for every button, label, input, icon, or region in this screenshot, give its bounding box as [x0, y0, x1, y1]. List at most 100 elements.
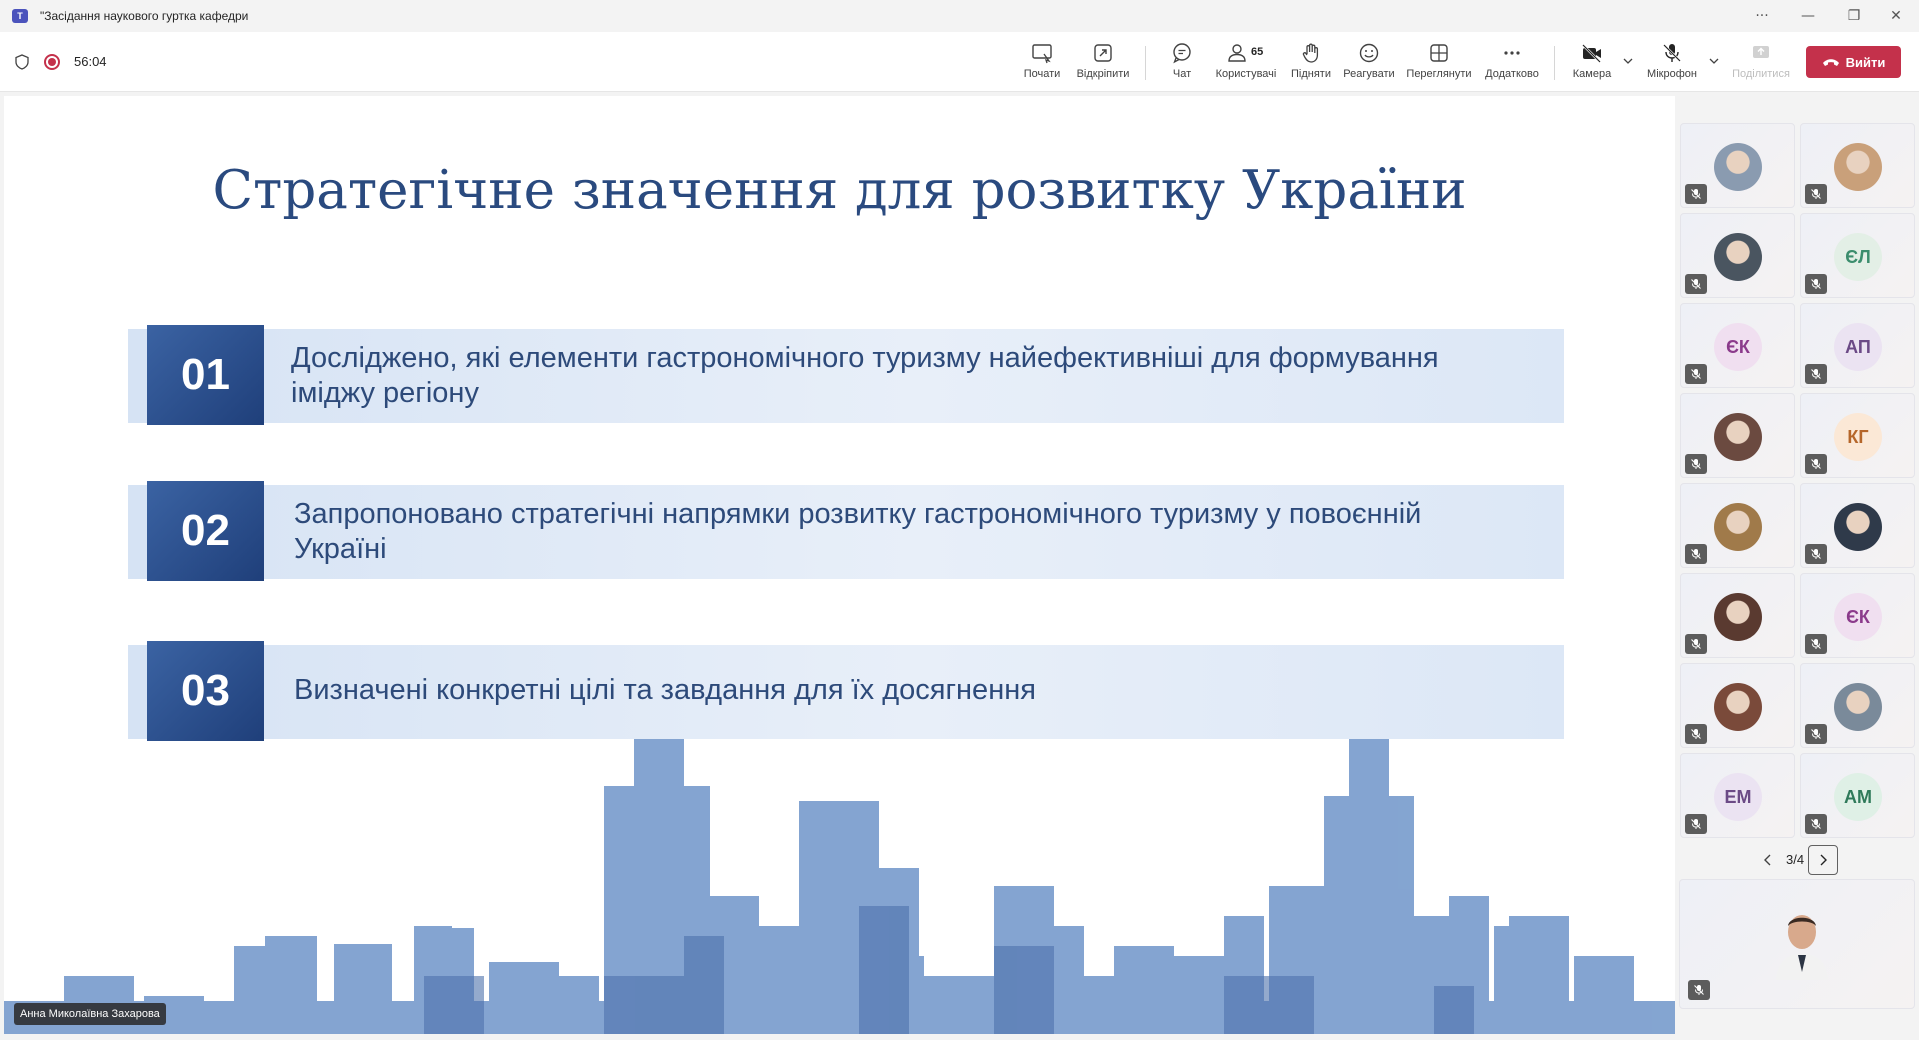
popout-button[interactable]: Відкріпити	[1073, 40, 1133, 86]
participant-tile[interactable]	[1800, 483, 1915, 568]
muted-mic-icon	[1805, 724, 1827, 744]
muted-mic-icon	[1805, 274, 1827, 294]
participant-tile[interactable]: ЕМ	[1680, 753, 1795, 838]
microphone-options-chevron-down-icon[interactable]	[1707, 54, 1721, 68]
more-options-icon[interactable]: ···	[1739, 0, 1785, 32]
chevron-left-icon[interactable]	[1760, 852, 1776, 868]
restore-icon[interactable]: ❐	[1831, 0, 1877, 32]
participant-tile[interactable]	[1680, 123, 1795, 208]
participant-tile[interactable]	[1800, 123, 1915, 208]
slide-point-3: 03 Визначені конкретні цілі та завдання …	[128, 641, 1564, 741]
participants-count-badge: 65	[1251, 46, 1264, 58]
participant-initials-avatar: ЄК	[1834, 593, 1882, 641]
microphone-button[interactable]: Мікрофон	[1643, 40, 1701, 86]
people-label: Користувачі	[1215, 68, 1277, 80]
view-button[interactable]: Переглянути	[1404, 40, 1474, 86]
participant-tile[interactable]: АМ	[1800, 753, 1915, 838]
slide-point-text: Запропоновано стратегічні напрямки розви…	[294, 498, 1422, 565]
muted-mic-icon	[1805, 364, 1827, 384]
participant-initials-avatar: АП	[1834, 323, 1882, 371]
participant-tile[interactable]: ЄЛ	[1800, 213, 1915, 298]
chevron-right-icon	[1820, 854, 1827, 866]
react-label: Реагувати	[1343, 68, 1395, 80]
muted-mic-icon	[1685, 364, 1707, 384]
participant-tile[interactable]	[1800, 663, 1915, 748]
shield-icon	[15, 54, 29, 70]
muted-mic-icon	[1688, 980, 1710, 1000]
participant-tile[interactable]	[1680, 573, 1795, 658]
teams-meeting-window: T "Засідання наукового гуртка кафедри ··…	[0, 0, 1919, 1040]
microphone-label: Мікрофон	[1647, 68, 1697, 80]
participant-tile[interactable]: АП	[1800, 303, 1915, 388]
muted-mic-icon	[1805, 184, 1827, 204]
camera-options-chevron-down-icon[interactable]	[1621, 54, 1635, 68]
chat-icon	[1173, 43, 1191, 64]
share-label: Поділитися	[1732, 68, 1790, 80]
participant-tile[interactable]	[1680, 483, 1795, 568]
popout-label: Відкріпити	[1076, 68, 1130, 80]
participant-tile[interactable]: ЄК	[1800, 573, 1915, 658]
leave-label: Вийти	[1845, 54, 1886, 70]
raise-hand-button[interactable]: Підняти	[1289, 40, 1333, 86]
participant-photo-avatar	[1714, 143, 1762, 191]
toolbar-divider	[1554, 46, 1555, 80]
participant-photo-avatar	[1714, 233, 1762, 281]
participant-initials-avatar: ЕМ	[1714, 773, 1762, 821]
more-label: Додатково	[1485, 68, 1539, 80]
chat-label: Чат	[1172, 68, 1192, 80]
grid-view-icon	[1430, 44, 1448, 62]
self-video-tile[interactable]	[1679, 879, 1915, 1009]
participant-initials-avatar: АМ	[1834, 773, 1882, 821]
participant-photo-avatar	[1834, 143, 1882, 191]
muted-mic-icon	[1685, 184, 1707, 204]
muted-mic-icon	[1685, 544, 1707, 564]
chat-button[interactable]: Чат	[1166, 40, 1198, 86]
muted-mic-icon	[1685, 814, 1707, 834]
slide-point-number: 02	[147, 481, 264, 581]
share-icon	[1753, 46, 1769, 58]
participant-tile[interactable]	[1680, 393, 1795, 478]
start-presenting-button[interactable]: Почати	[1022, 40, 1062, 86]
popout-icon	[1094, 44, 1112, 62]
muted-mic-icon	[1685, 274, 1707, 294]
muted-mic-icon	[1685, 634, 1707, 654]
participant-tile[interactable]: ЄК	[1680, 303, 1795, 388]
window-title: "Засідання наукового гуртка кафедри	[40, 9, 249, 23]
leave-button[interactable]: Вийти	[1806, 46, 1901, 78]
slide-point-number: 01	[147, 325, 264, 425]
muted-mic-icon	[1805, 544, 1827, 564]
toolbar-divider	[1145, 46, 1146, 80]
participant-photo-avatar	[1714, 683, 1762, 731]
camera-button[interactable]: Камера	[1570, 40, 1614, 86]
self-video-avatar	[1776, 915, 1828, 980]
slide-point-number: 03	[147, 641, 264, 741]
people-button[interactable]: Користувачі	[1213, 40, 1279, 86]
camera-off-icon	[1582, 44, 1601, 63]
participant-initials-avatar: ЄЛ	[1834, 233, 1882, 281]
raise-hand-icon	[1302, 43, 1319, 63]
participant-photo-avatar	[1834, 683, 1882, 731]
slide-point-text: Досліджено, які елементи гастрономічного…	[291, 342, 1439, 409]
slide-point-1: 01 Досліджено, які елементи гастрономічн…	[128, 325, 1564, 425]
title-bar: T "Засідання наукового гуртка кафедри ··…	[0, 0, 1919, 32]
raise-label: Підняти	[1291, 68, 1331, 80]
participant-pager: 3/4	[1760, 845, 1870, 875]
react-button[interactable]: Реагувати	[1342, 40, 1396, 86]
more-button[interactable]: Додатково	[1482, 40, 1542, 86]
minimize-icon[interactable]: —	[1785, 0, 1831, 32]
people-icon	[1228, 44, 1246, 62]
phone-hangup-icon	[1822, 59, 1839, 66]
participant-tile[interactable]	[1680, 213, 1795, 298]
participant-tile[interactable]: КГ	[1800, 393, 1915, 478]
close-icon[interactable]: ✕	[1873, 0, 1919, 32]
participant-tile[interactable]	[1680, 663, 1795, 748]
muted-mic-icon	[1805, 634, 1827, 654]
slide-point-text: Визначені конкретні цілі та завдання для…	[294, 674, 1036, 706]
page-indicator: 3/4	[1786, 852, 1805, 867]
muted-mic-icon	[1685, 724, 1707, 744]
next-page-button[interactable]	[1808, 845, 1838, 875]
presenter-name-tag: Анна Миколаївна Захарова	[14, 1003, 166, 1025]
participant-initials-avatar: ЄК	[1714, 323, 1762, 371]
participant-photo-avatar	[1714, 593, 1762, 641]
muted-mic-icon	[1805, 454, 1827, 474]
